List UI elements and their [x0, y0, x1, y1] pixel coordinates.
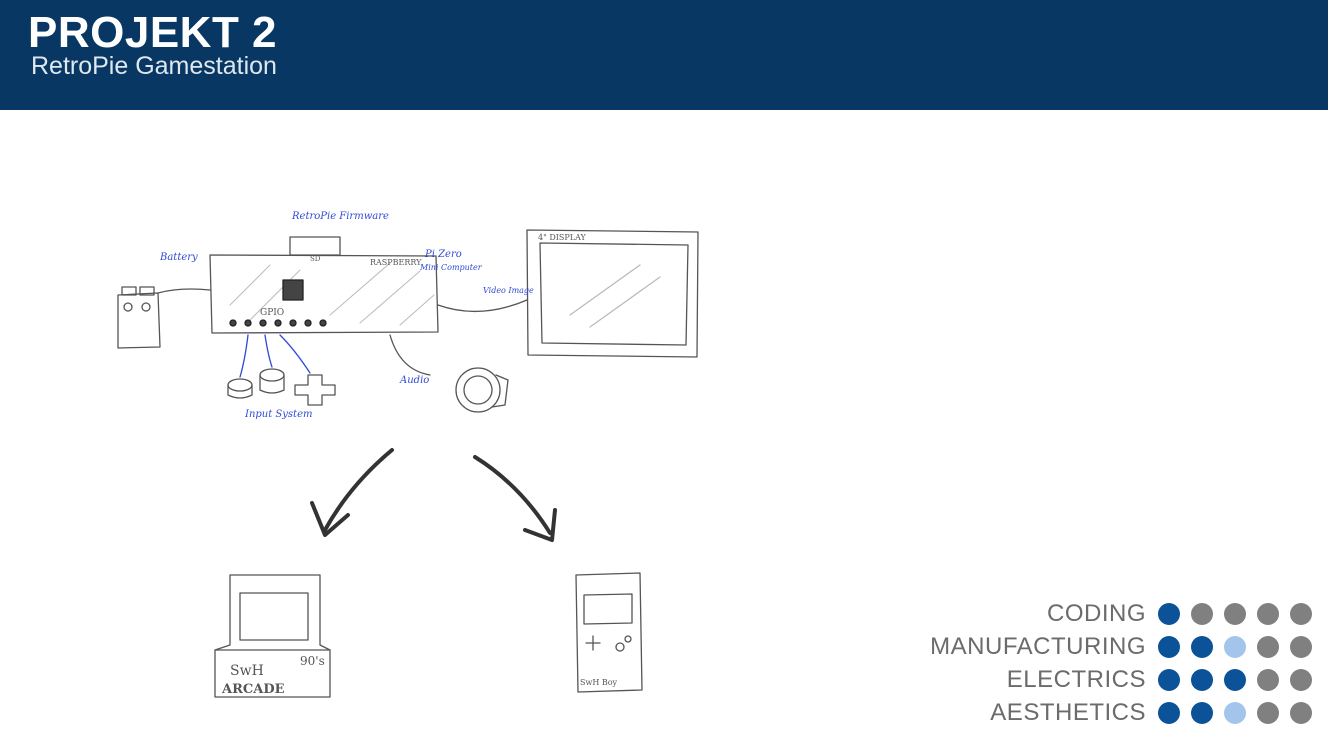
skill-rating-dots — [1158, 635, 1312, 658]
rating-dot-empty — [1191, 602, 1213, 625]
rating-dot-full — [1158, 701, 1180, 724]
label-display: 4" DISPLAY — [538, 233, 587, 242]
label-handheld: SwH Boy — [580, 678, 618, 687]
label-sd: SD — [310, 255, 321, 263]
rating-dot-empty — [1290, 668, 1312, 691]
speaker — [455, 367, 501, 413]
rating-dot-full — [1158, 668, 1180, 691]
label-arcade: ARCADE — [221, 682, 285, 697]
rating-dot-full — [1158, 602, 1180, 625]
rating-dot-full — [1191, 701, 1213, 724]
rating-dot-empty — [1257, 602, 1279, 625]
label-firmware: RetroPie Firmware — [291, 211, 389, 222]
rating-dot-half — [1224, 701, 1246, 724]
sd-card — [289, 236, 341, 256]
rating-dot-empty — [1257, 668, 1279, 691]
label-arcade-brand: SwH — [230, 663, 264, 679]
label-raspberry: RASPBERRY — [370, 258, 422, 267]
rating-dot-empty — [1257, 701, 1279, 724]
rating-dot-full — [1191, 668, 1213, 691]
rating-dot-full — [1191, 635, 1213, 658]
skill-row-electrics: ELECTRICS — [792, 663, 1312, 696]
rating-dot-empty — [1290, 602, 1312, 625]
skill-rating-dots — [1158, 701, 1312, 724]
battery — [117, 292, 161, 349]
rating-dot-full — [1158, 635, 1180, 658]
handheld-console — [575, 572, 643, 693]
skill-label: ELECTRICS — [1006, 665, 1146, 693]
rating-dot-full — [1224, 668, 1246, 691]
label-battery: Battery — [159, 252, 198, 263]
rating-dot-empty — [1290, 701, 1312, 724]
skills-rating-panel: CODING MANUFACTURING ELECTRICS AESTHETICS — [792, 597, 1312, 729]
rating-dot-empty — [1290, 635, 1312, 658]
label-pi-zero: Pi Zero — [424, 249, 462, 260]
label-input-system: Input System — [244, 409, 312, 420]
arrow-left — [323, 448, 394, 532]
rating-dot-empty — [1257, 635, 1279, 658]
skill-row-coding: CODING — [792, 597, 1312, 630]
skill-row-aesthetics: AESTHETICS — [792, 696, 1312, 729]
rating-dot-half — [1224, 635, 1246, 658]
rating-dot-empty — [1224, 602, 1246, 625]
skill-label: AESTHETICS — [990, 698, 1146, 726]
label-mini-computer: Mini Computer — [419, 263, 483, 272]
skill-rating-dots — [1158, 602, 1312, 625]
header-banner: PROJEKT 2 RetroPie Gamestation — [0, 0, 1328, 110]
cpu-chip — [282, 279, 304, 301]
label-audio: Audio — [399, 375, 429, 386]
skill-rating-dots — [1158, 668, 1312, 691]
label-arcade-era: 90's — [300, 654, 325, 668]
skill-label: CODING — [1047, 599, 1146, 627]
page-subtitle: RetroPie Gamestation — [31, 52, 277, 80]
display-frame — [526, 229, 699, 358]
arrow-right — [473, 455, 552, 535]
skill-label: MANUFACTURING — [930, 632, 1146, 660]
skill-row-manufacturing: MANUFACTURING — [792, 630, 1312, 663]
label-gpio: GPIO — [260, 308, 284, 318]
label-video-image: Video Image — [483, 286, 534, 295]
concept-sketch: RetroPie Firmware SD RASPBERRY Pi Zero M… — [117, 211, 699, 698]
